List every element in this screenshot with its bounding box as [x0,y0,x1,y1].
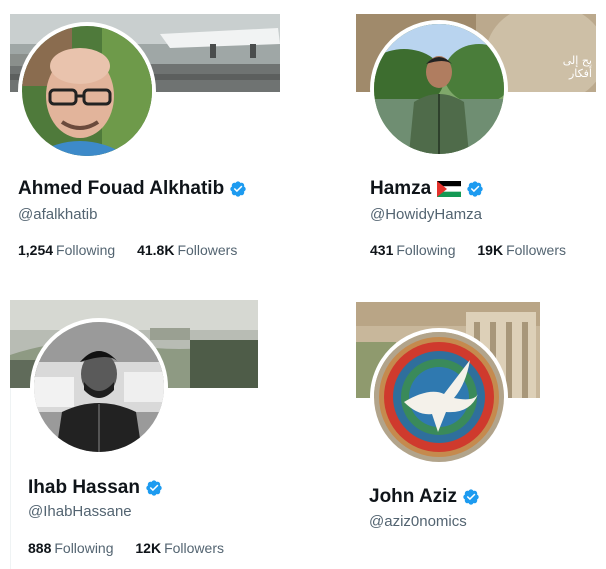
following-label: Following [54,540,114,556]
profile-stats: 431 Following 19K Followers [370,242,584,258]
palestine-flag-icon [437,181,462,197]
avatar[interactable] [370,328,508,466]
verified-badge-icon [145,479,163,497]
card-border [10,388,11,569]
followers-count: 19K [477,242,504,258]
followers-label: Followers [506,242,566,258]
profile-stats: 1,254 Following 41.8K Followers [18,242,255,258]
following-count: 888 [28,540,52,556]
profile-handle: @aziz0nomics [369,513,467,530]
profile-name[interactable]: Hamza [370,178,484,200]
banner-text: يح إلى أفكار [562,54,592,80]
profile-name[interactable]: John Aziz [369,486,480,508]
verified-badge-icon [462,488,480,506]
verified-badge-icon [229,180,247,198]
following-label: Following [396,242,456,258]
following-count: 431 [370,242,394,258]
avatar[interactable] [370,20,508,158]
followers-label: Followers [177,242,238,258]
profile-name-text: Ahmed Fouad Alkhatib [18,178,225,199]
followers-link[interactable]: 19K Followers [477,242,566,258]
avatar[interactable] [18,22,156,160]
profile-name-text: John Aziz [369,486,457,507]
profile-name[interactable]: Ahmed Fouad Alkhatib [18,178,247,200]
profile-name-text: Hamza [370,178,432,199]
following-label: Following [56,242,116,258]
profile-handle: @afalkhatib [18,206,98,223]
verified-badge-icon [466,180,484,198]
followers-count: 12K [135,540,162,556]
profile-name[interactable]: Ihab Hassan [28,477,163,499]
avatar[interactable] [30,318,168,456]
following-link[interactable]: 1,254 Following [18,242,115,258]
profile-stats: 888 Following 12K Followers [28,540,242,556]
profile-handle: @IhabHassane [28,503,132,520]
profile-handle: @HowidyHamza [370,206,482,223]
profile-name-text: Ihab Hassan [28,477,140,498]
following-count: 1,254 [18,242,54,258]
followers-count: 41.8K [137,242,175,258]
followers-label: Followers [164,540,224,556]
following-link[interactable]: 888 Following [28,540,114,556]
followers-link[interactable]: 41.8K Followers [137,242,237,258]
followers-link[interactable]: 12K Followers [135,540,224,556]
following-link[interactable]: 431 Following [370,242,456,258]
